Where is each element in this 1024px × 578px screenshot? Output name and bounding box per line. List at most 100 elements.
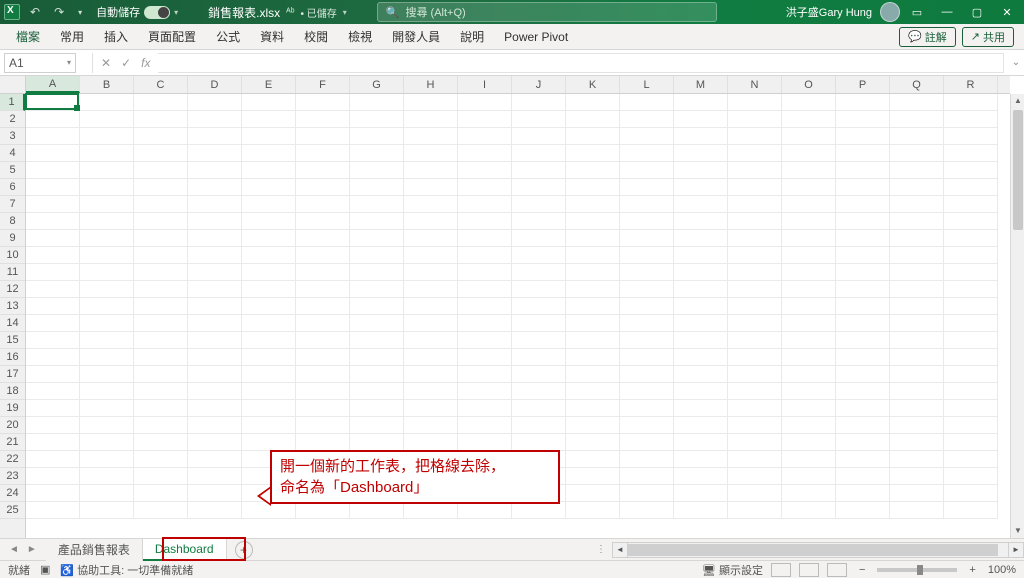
cell[interactable] bbox=[512, 196, 566, 213]
cell[interactable] bbox=[782, 179, 836, 196]
cell[interactable] bbox=[620, 145, 674, 162]
cell[interactable] bbox=[296, 162, 350, 179]
cell[interactable] bbox=[458, 434, 512, 451]
cell[interactable] bbox=[134, 451, 188, 468]
cell[interactable] bbox=[566, 230, 620, 247]
cell[interactable] bbox=[728, 451, 782, 468]
cell[interactable] bbox=[674, 230, 728, 247]
row-header-17[interactable]: 17 bbox=[0, 366, 25, 383]
cell[interactable] bbox=[728, 94, 782, 111]
cell[interactable] bbox=[566, 451, 620, 468]
cell[interactable] bbox=[944, 128, 998, 145]
cell[interactable] bbox=[296, 417, 350, 434]
cell[interactable] bbox=[80, 332, 134, 349]
cell[interactable] bbox=[188, 451, 242, 468]
cell[interactable] bbox=[836, 315, 890, 332]
cell[interactable] bbox=[242, 315, 296, 332]
cell[interactable] bbox=[404, 281, 458, 298]
cell[interactable] bbox=[134, 179, 188, 196]
cell[interactable] bbox=[134, 128, 188, 145]
cell[interactable] bbox=[458, 383, 512, 400]
name-box[interactable]: A1▾ bbox=[4, 53, 76, 73]
cell[interactable] bbox=[512, 213, 566, 230]
cell[interactable] bbox=[80, 128, 134, 145]
cell[interactable] bbox=[26, 162, 80, 179]
cell[interactable] bbox=[620, 485, 674, 502]
row-header-21[interactable]: 21 bbox=[0, 434, 25, 451]
cell[interactable] bbox=[80, 145, 134, 162]
cell[interactable] bbox=[26, 128, 80, 145]
cell[interactable] bbox=[836, 468, 890, 485]
col-header-C[interactable]: C bbox=[134, 76, 188, 93]
col-header-N[interactable]: N bbox=[728, 76, 782, 93]
cell[interactable] bbox=[620, 247, 674, 264]
cell[interactable] bbox=[728, 349, 782, 366]
cell[interactable] bbox=[620, 502, 674, 519]
cell[interactable] bbox=[404, 502, 458, 519]
cell[interactable] bbox=[242, 128, 296, 145]
search-input[interactable]: 🔍 搜尋 (Alt+Q) bbox=[377, 2, 717, 22]
cell[interactable] bbox=[836, 128, 890, 145]
cell[interactable] bbox=[80, 468, 134, 485]
cell[interactable] bbox=[620, 94, 674, 111]
cell[interactable] bbox=[188, 247, 242, 264]
cell[interactable] bbox=[188, 213, 242, 230]
cell[interactable] bbox=[674, 128, 728, 145]
cell[interactable] bbox=[566, 485, 620, 502]
cell[interactable] bbox=[188, 468, 242, 485]
scroll-up-button[interactable]: ▲ bbox=[1011, 94, 1024, 108]
cell[interactable] bbox=[566, 502, 620, 519]
cell[interactable] bbox=[26, 366, 80, 383]
cell[interactable] bbox=[836, 383, 890, 400]
cell[interactable] bbox=[80, 179, 134, 196]
cell[interactable] bbox=[458, 94, 512, 111]
cell[interactable] bbox=[188, 485, 242, 502]
cell[interactable] bbox=[566, 332, 620, 349]
cell[interactable] bbox=[782, 94, 836, 111]
cell[interactable] bbox=[566, 383, 620, 400]
cell[interactable] bbox=[944, 434, 998, 451]
cell[interactable] bbox=[782, 298, 836, 315]
cell[interactable] bbox=[404, 417, 458, 434]
cell[interactable] bbox=[80, 349, 134, 366]
cell[interactable] bbox=[566, 349, 620, 366]
cell[interactable] bbox=[620, 162, 674, 179]
row-header-24[interactable]: 24 bbox=[0, 485, 25, 502]
cell[interactable] bbox=[674, 434, 728, 451]
row-header-16[interactable]: 16 bbox=[0, 349, 25, 366]
cell[interactable] bbox=[782, 332, 836, 349]
col-header-I[interactable]: I bbox=[458, 76, 512, 93]
cell[interactable] bbox=[134, 315, 188, 332]
tab-view[interactable]: 檢視 bbox=[338, 24, 382, 50]
cell[interactable] bbox=[188, 502, 242, 519]
cell[interactable] bbox=[620, 400, 674, 417]
cell[interactable] bbox=[458, 213, 512, 230]
cell[interactable] bbox=[458, 264, 512, 281]
cell[interactable] bbox=[782, 230, 836, 247]
cell[interactable] bbox=[404, 349, 458, 366]
cell[interactable] bbox=[134, 298, 188, 315]
cell[interactable] bbox=[782, 111, 836, 128]
row-header-22[interactable]: 22 bbox=[0, 451, 25, 468]
cell[interactable] bbox=[350, 349, 404, 366]
cell[interactable] bbox=[890, 315, 944, 332]
cell[interactable] bbox=[188, 145, 242, 162]
cell[interactable] bbox=[134, 366, 188, 383]
cell[interactable] bbox=[188, 94, 242, 111]
cell[interactable] bbox=[620, 366, 674, 383]
cell[interactable] bbox=[350, 196, 404, 213]
cell[interactable] bbox=[458, 179, 512, 196]
cell[interactable] bbox=[350, 417, 404, 434]
cell[interactable] bbox=[836, 434, 890, 451]
cell[interactable] bbox=[80, 417, 134, 434]
cell[interactable] bbox=[944, 315, 998, 332]
cell[interactable] bbox=[566, 196, 620, 213]
cell[interactable] bbox=[566, 247, 620, 264]
cell[interactable] bbox=[890, 213, 944, 230]
cell[interactable] bbox=[728, 145, 782, 162]
cell[interactable] bbox=[134, 485, 188, 502]
col-header-Q[interactable]: Q bbox=[890, 76, 944, 93]
cell[interactable] bbox=[674, 349, 728, 366]
cell[interactable] bbox=[890, 298, 944, 315]
cell[interactable] bbox=[674, 145, 728, 162]
